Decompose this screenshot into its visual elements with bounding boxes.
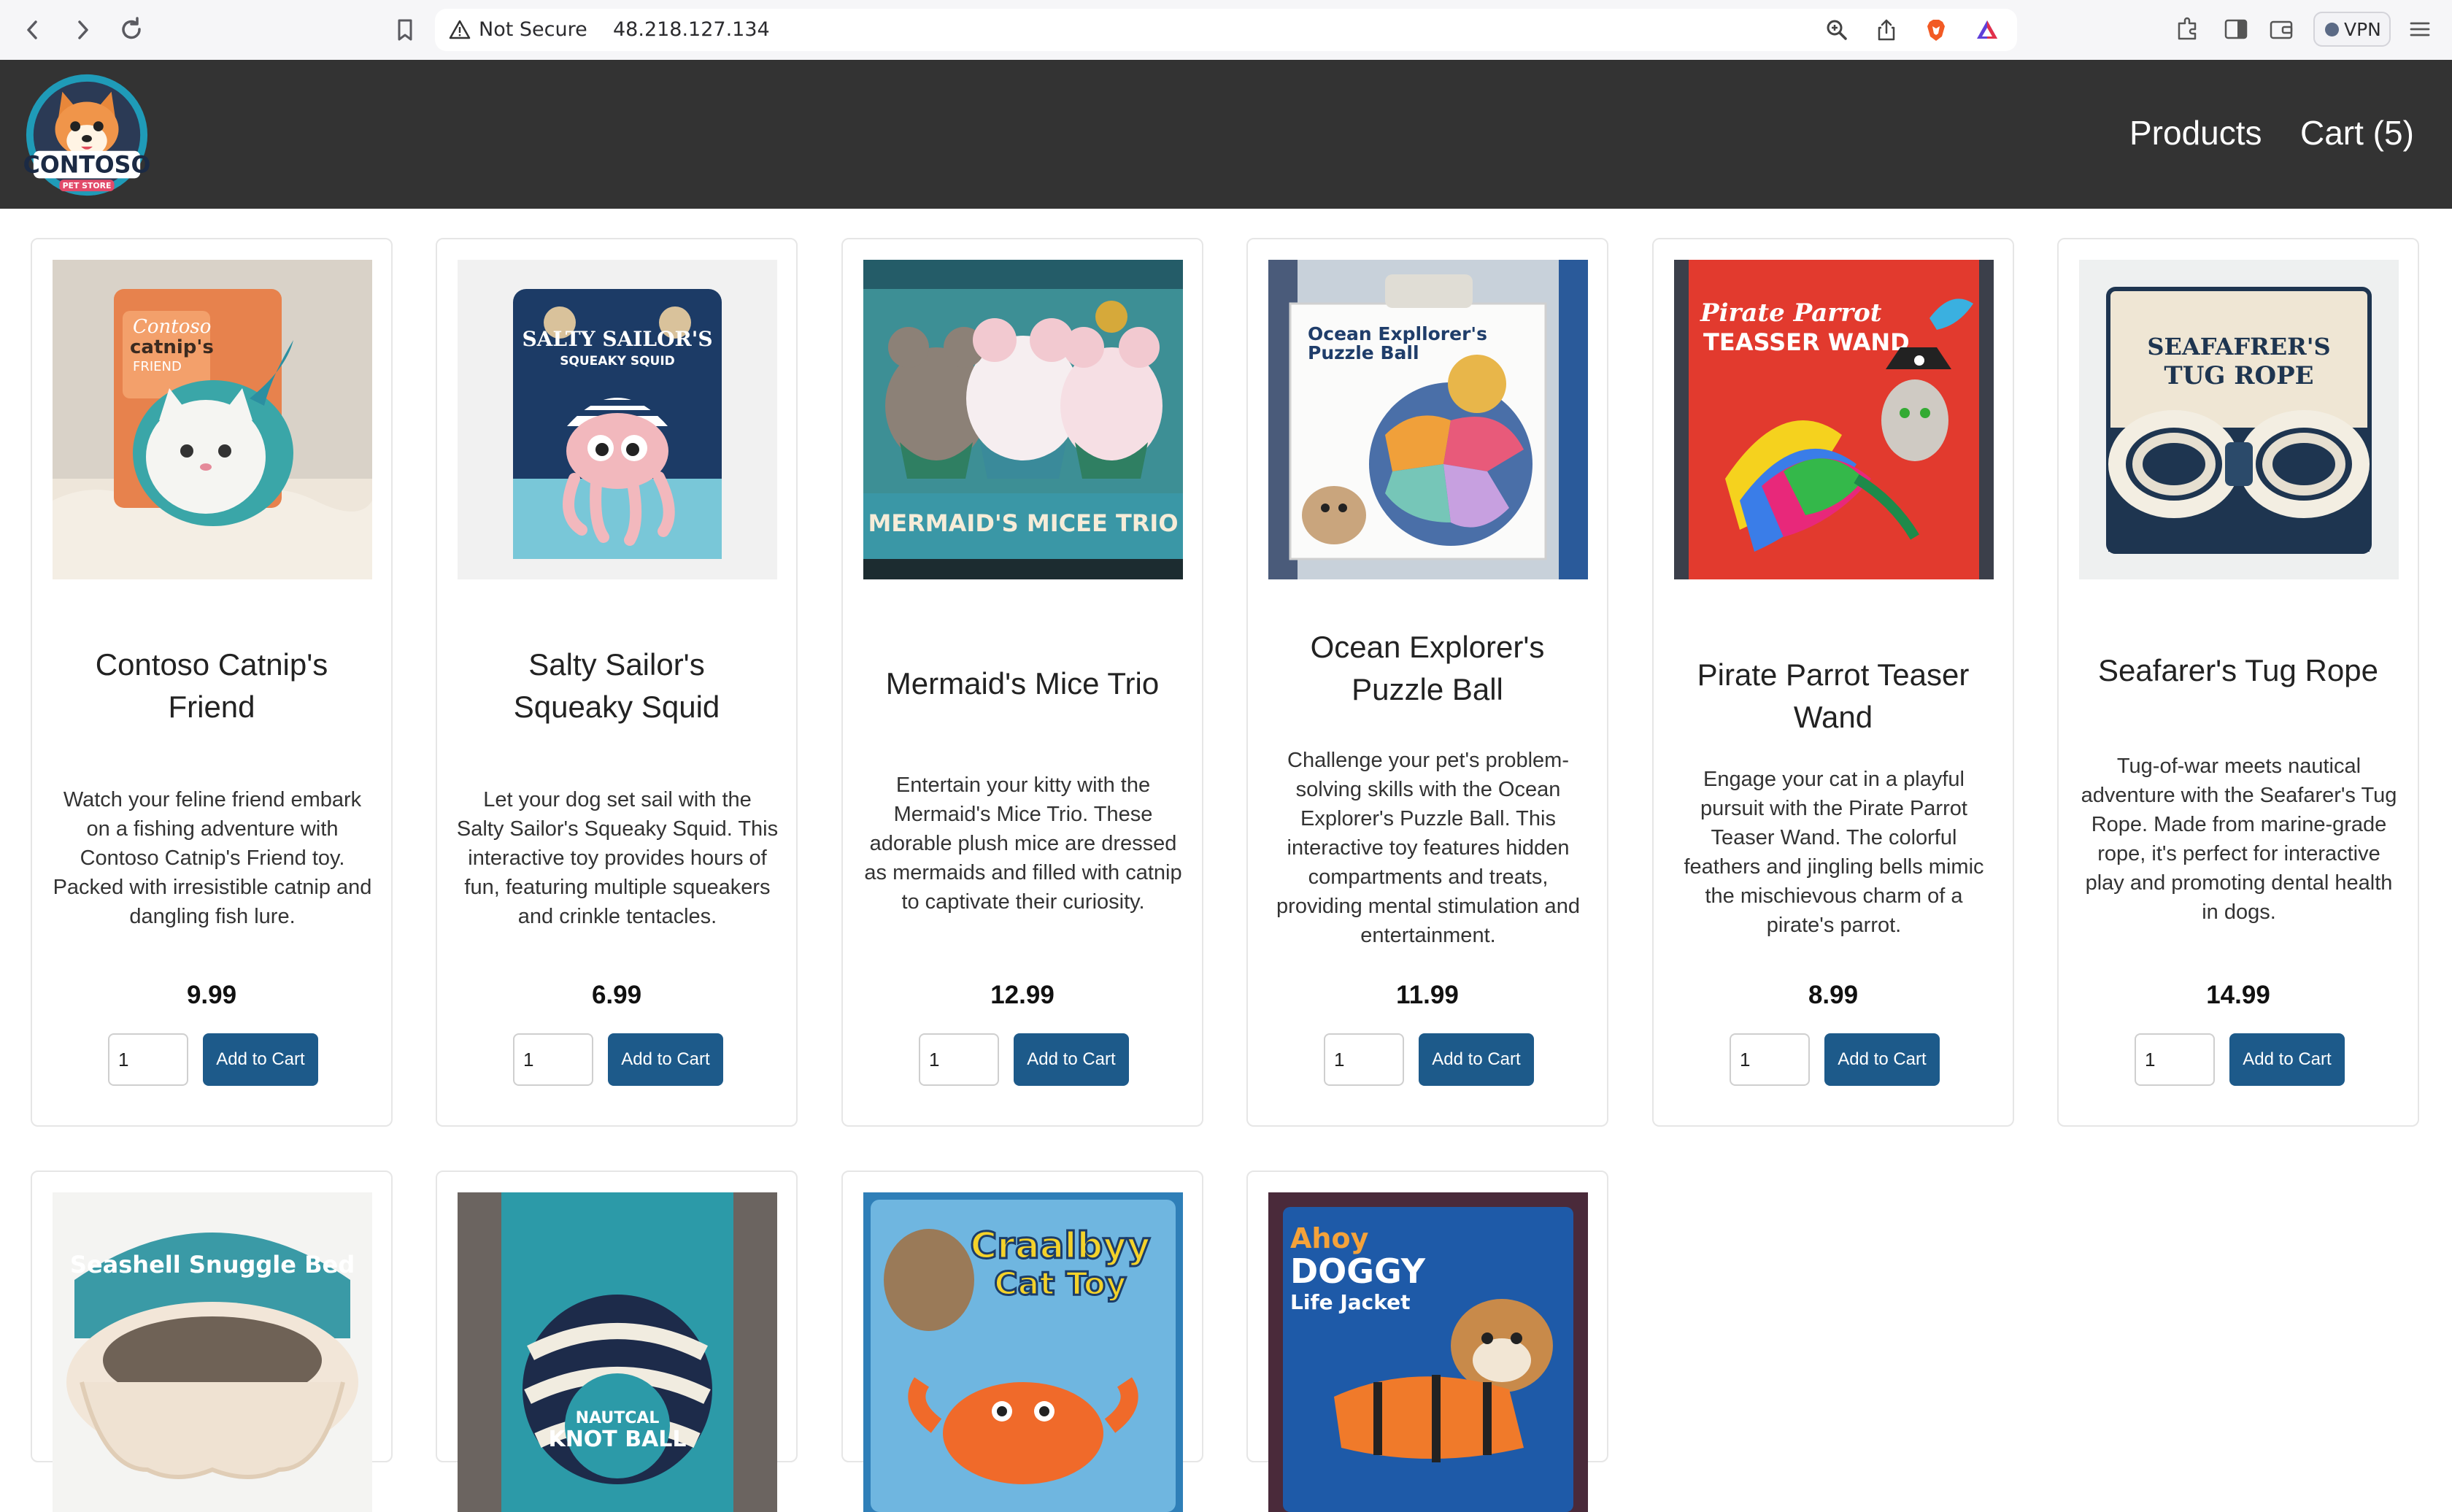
extensions-icon[interactable] — [2173, 15, 2202, 44]
package-label: Pirate Parrot — [1700, 298, 1882, 328]
back-icon[interactable] — [16, 13, 50, 47]
product-image[interactable]: Seashell Snuggle Bed — [53, 1192, 372, 1512]
quantity-input[interactable]: 1 — [1730, 1033, 1810, 1086]
product-card: SALTY SAILOR'S SQUEAKY SQUID Salty Sailo… — [436, 238, 798, 1127]
product-image[interactable]: Craalbyy Cat Toy — [863, 1192, 1183, 1512]
quantity-input[interactable]: 1 — [1324, 1033, 1404, 1086]
package-label: Ocean Expllorer's — [1308, 323, 1487, 344]
product-name: Mermaid's Mice Trio — [885, 666, 1160, 701]
quantity-input[interactable]: 1 — [919, 1033, 999, 1086]
product-card: Contoso catnip's FRIEND Contoso Catnip's… — [31, 238, 393, 1127]
product-image[interactable]: Contoso catnip's FRIEND — [53, 260, 372, 579]
product-card: SEAFAFRER'S TUG ROPE Seafarer's Tug Rope… — [2057, 238, 2419, 1127]
zoom-icon[interactable] — [1824, 18, 1849, 42]
bookmark-icon[interactable] — [388, 13, 422, 47]
add-to-cart-button[interactable]: Add to Cart — [1824, 1033, 1940, 1086]
vpn-status-icon — [2325, 23, 2339, 36]
product-price: 14.99 — [2206, 981, 2270, 1009]
menu-icon[interactable] — [2405, 15, 2434, 44]
product-price: 11.99 — [1396, 981, 1459, 1009]
vpn-button[interactable]: VPN — [2313, 12, 2391, 47]
url-text: 48.218.127.134 — [613, 18, 770, 41]
add-to-cart-button[interactable]: Add to Cart — [203, 1033, 318, 1086]
package-label: NAUTCAL — [576, 1409, 660, 1427]
nav-cart-link[interactable]: Cart (5) — [2300, 112, 2414, 153]
package-label: FRIEND — [133, 359, 182, 374]
product-price: 12.99 — [990, 981, 1055, 1009]
product-card: Ahoy DOGGY Life Jacket — [1246, 1170, 1608, 1512]
quantity-input[interactable]: 1 — [513, 1033, 593, 1086]
product-description: Let your dog set sail with the Salty Sail… — [456, 788, 779, 928]
product-description: Watch your feline friend embark on a fish… — [53, 788, 372, 928]
package-label: KNOT BALL — [548, 1427, 686, 1452]
package-label: MERMAID'S MICEE TRIO — [868, 509, 1178, 537]
sidebar-icon[interactable] — [2221, 15, 2251, 44]
product-description: Challenge your pet's problem-solving ski… — [1276, 749, 1580, 947]
package-label: Contoso — [133, 316, 211, 338]
product-description: Tug-of-war meets nautical adventure with … — [2081, 755, 2397, 924]
product-image[interactable]: SEAFAFRER'S TUG ROPE — [2079, 260, 2399, 579]
share-icon[interactable] — [1874, 18, 1899, 42]
security-label: Not Secure — [479, 18, 587, 41]
brave-rewards-icon[interactable] — [1975, 18, 2000, 42]
vpn-label: VPN — [2344, 19, 2381, 40]
product-card: Seashell Snuggle Bed — [31, 1170, 393, 1512]
package-label: DOGGY — [1290, 1251, 1426, 1291]
product-card: Craalbyy Cat Toy — [841, 1170, 1203, 1512]
product-image[interactable]: MERMAID'S MICEE TRIO — [863, 260, 1183, 579]
package-label: SEAFAFRER'S — [2147, 333, 2330, 360]
product-name: Contoso Catnip's Friend — [95, 647, 328, 724]
package-label: Ahoy — [1290, 1222, 1369, 1254]
browser-toolbar: Not Secure 48.218.127.134 VPN — [0, 0, 2452, 61]
logo-text: CONTOSO — [23, 152, 151, 178]
package-label: Puzzle Ball — [1308, 342, 1419, 363]
product-image[interactable]: Pirate Parrot TEASSER WAND — [1674, 260, 1994, 579]
reload-icon[interactable] — [115, 13, 149, 47]
product-card: MERMAID'S MICEE TRIO Mermaid's Mice Trio… — [841, 238, 1203, 1127]
add-to-cart-button[interactable]: Add to Cart — [1014, 1033, 1129, 1086]
product-image[interactable]: Ahoy DOGGY Life Jacket — [1268, 1192, 1588, 1512]
nav-products-link[interactable]: Products — [2129, 112, 2262, 153]
contoso-logo[interactable]: CONTOSO PET STORE — [22, 70, 152, 200]
package-label: Craalbyy — [971, 1224, 1151, 1267]
product-name: Pirate Parrot Teaser Wand — [1697, 657, 1970, 734]
logo-subtext: PET STORE — [63, 181, 112, 190]
warning-icon — [449, 20, 471, 39]
product-image[interactable]: Ocean Expllorer's Puzzle Ball — [1268, 260, 1588, 579]
package-label: Seashell Snuggle Bed — [70, 1251, 355, 1278]
brave-shield-icon[interactable] — [1924, 18, 1948, 42]
product-price: 9.99 — [186, 981, 237, 1009]
product-image[interactable]: SALTY SAILOR'S SQUEAKY SQUID — [458, 260, 777, 579]
package-label: Life Jacket — [1290, 1290, 1411, 1314]
product-price: 8.99 — [1808, 981, 1859, 1009]
product-price: 6.99 — [591, 981, 642, 1009]
wallet-icon[interactable] — [2267, 15, 2296, 44]
package-label: catnip's — [130, 336, 214, 358]
address-bar[interactable]: Not Secure 48.218.127.134 — [435, 9, 2017, 51]
package-label: SQUEAKY SQUID — [560, 354, 675, 369]
forward-icon[interactable] — [66, 13, 99, 47]
product-description: Entertain your kitty with the Mermaid's M… — [864, 774, 1182, 914]
package-label: TEASSER WAND — [1703, 328, 1910, 356]
quantity-input[interactable]: 1 — [2135, 1033, 2215, 1086]
product-name: Seafarer's Tug Rope — [2098, 653, 2378, 687]
add-to-cart-button[interactable]: Add to Cart — [608, 1033, 723, 1086]
product-card: NAUTCAL KNOT BALL — [436, 1170, 798, 1512]
package-label: TUG ROPE — [2164, 361, 2313, 390]
add-to-cart-button[interactable]: Add to Cart — [1419, 1033, 1534, 1086]
add-to-cart-button[interactable]: Add to Cart — [2229, 1033, 2345, 1086]
package-label: Cat Toy — [994, 1265, 1126, 1303]
product-description: Engage your cat in a playful pursuit with… — [1684, 768, 1984, 937]
site-header: CONTOSO PET STORE Products Cart (5) — [0, 60, 2452, 209]
package-label: SALTY SAILOR'S — [522, 327, 712, 351]
product-card: Pirate Parrot TEASSER WAND Pirate Parrot… — [1652, 238, 2014, 1127]
product-card: Ocean Expllorer's Puzzle Ball Ocean Expl… — [1246, 238, 1608, 1127]
product-name: Ocean Explorer's Puzzle Ball — [1310, 630, 1545, 706]
product-name: Salty Sailor's Squeaky Squid — [513, 647, 720, 724]
quantity-input[interactable]: 1 — [108, 1033, 188, 1086]
product-image[interactable]: NAUTCAL KNOT BALL — [458, 1192, 777, 1512]
